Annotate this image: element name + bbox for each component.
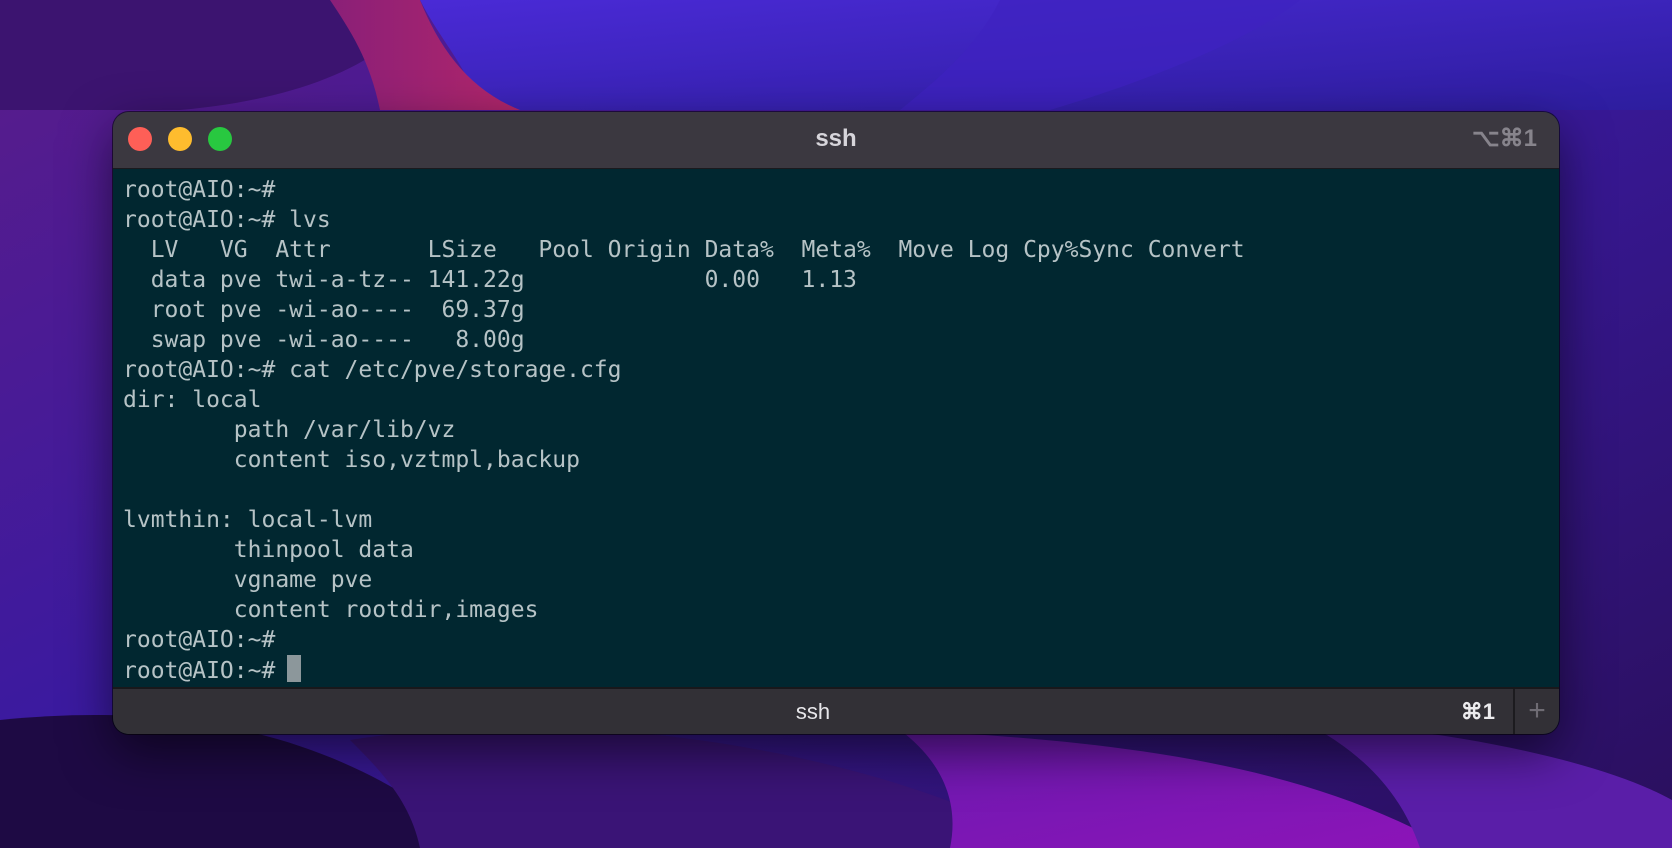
new-tab-button[interactable]: +: [1515, 689, 1559, 734]
terminal-line: swap pve -wi-ao---- 8.00g: [123, 327, 525, 353]
terminal-line: content iso,vztmpl,backup: [123, 447, 580, 473]
terminal-line: LV VG Attr LSize Pool Origin Data% Meta%…: [123, 237, 1245, 263]
terminal-line: root@AIO:~# cat /etc/pve/storage.cfg: [123, 357, 622, 383]
terminal-text: root@AIO:~# root@AIO:~# lvs LV VG Attr L…: [123, 175, 1245, 686]
command-prompt: root@AIO:~#: [123, 658, 290, 684]
terminal-line: vgname pve: [123, 567, 373, 593]
tab-ssh[interactable]: ssh ⌘1: [113, 689, 1513, 734]
terminal-line: root@AIO:~# lvs: [123, 207, 331, 233]
terminal-line: path /var/lib/vz: [123, 417, 456, 443]
terminal-line: root@AIO:~#: [123, 177, 276, 203]
terminal-line: root@AIO:~#: [123, 627, 276, 653]
tab-bar: ssh ⌘1 +: [113, 687, 1559, 734]
terminal-line: lvmthin: local-lvm: [123, 507, 373, 533]
text-cursor: [287, 655, 302, 682]
terminal-line: thinpool data: [123, 537, 414, 563]
terminal-line: root pve -wi-ao---- 69.37g: [123, 297, 525, 323]
terminal-window: ssh ⌥⌘1 root@AIO:~# root@AIO:~# lvs LV V…: [113, 112, 1559, 734]
terminal-line: data pve twi-a-tz-- 141.22g 0.00 1.13: [123, 267, 857, 293]
window-title: ssh: [815, 125, 857, 152]
terminal-output[interactable]: root@AIO:~# root@AIO:~# lvs LV VG Attr L…: [113, 169, 1559, 699]
title-bar[interactable]: ssh ⌥⌘1: [113, 112, 1559, 169]
terminal-line: content rootdir,images: [123, 597, 539, 623]
plus-icon: +: [1528, 694, 1546, 727]
tab-shortcut: ⌘1: [1460, 699, 1495, 724]
window-shortcut-hint: ⌥⌘1: [1471, 125, 1537, 152]
terminal-line: dir: local: [123, 387, 262, 413]
tab-label: ssh: [795, 699, 831, 724]
